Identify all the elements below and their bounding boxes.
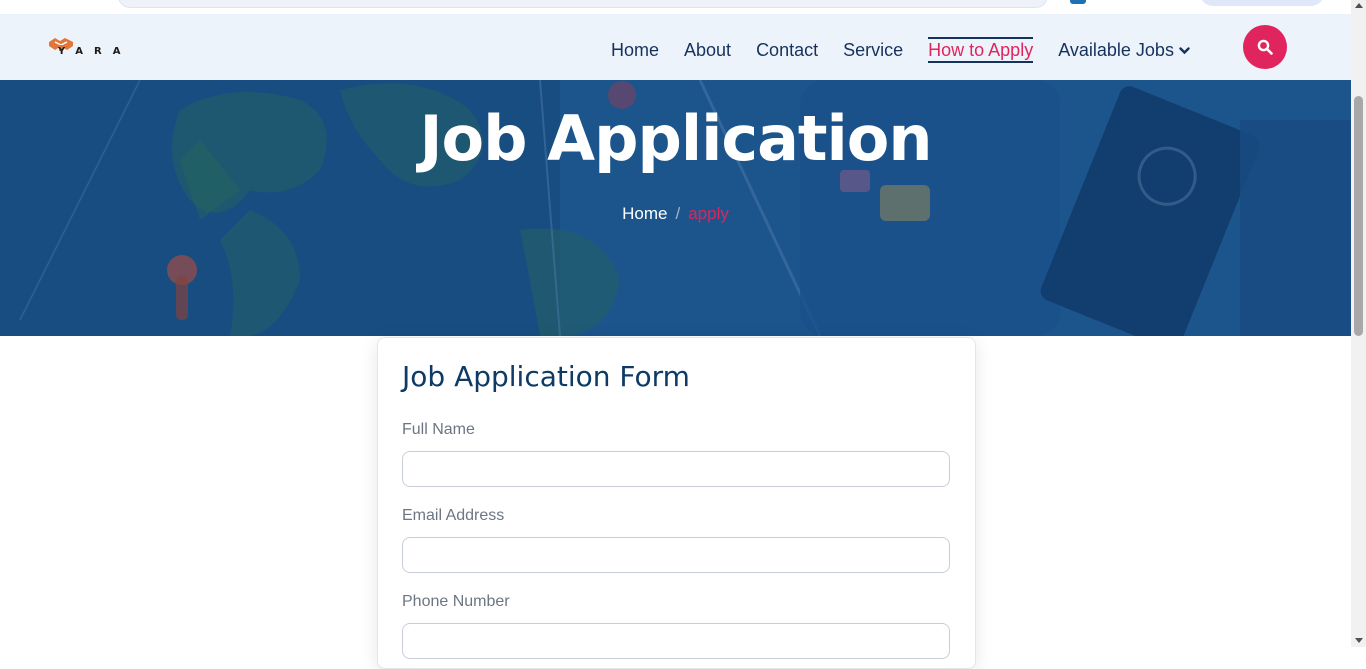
top-search-bar[interactable] [118,0,1048,8]
top-action-button[interactable] [1200,0,1324,6]
nav-service[interactable]: Service [843,38,903,62]
email-label: Email Address [402,507,505,524]
nav-contact[interactable]: Contact [756,38,818,62]
navbar: YARA Home About Contact Service How to A… [0,14,1351,80]
form-title: Job Application Form [402,360,690,393]
search-icon [1257,39,1273,55]
full-name-label: Full Name [402,421,475,438]
logo[interactable]: YARA [46,36,136,62]
nav-home[interactable]: Home [611,38,659,62]
scroll-up-arrow-icon[interactable] [1355,3,1363,8]
page-scrollbar[interactable] [1351,0,1366,647]
page-title: Job Application [419,102,932,175]
breadcrumb-separator: / [675,204,681,223]
phone-input[interactable] [402,623,950,659]
breadcrumb-home[interactable]: Home [622,204,667,223]
nav-available-jobs[interactable]: Available Jobs [1058,38,1190,62]
nav-available-jobs-label: Available Jobs [1058,40,1174,60]
top-bar [0,0,1351,15]
phone-label: Phone Number [402,593,510,610]
page-hero: Job Application Home / apply [0,80,1351,336]
nav-about[interactable]: About [684,38,731,62]
nav-how-to-apply[interactable]: How to Apply [928,37,1034,63]
application-form-card: Job Application Form Full Name Email Add… [377,337,976,669]
scrollbar-thumb[interactable] [1354,96,1363,336]
full-name-input[interactable] [402,451,950,487]
scroll-down-arrow-icon[interactable] [1355,638,1363,643]
email-input[interactable] [402,537,950,573]
logo-text: YARA [58,46,132,57]
breadcrumb-current: apply [688,204,729,223]
main-nav: Home About Contact Service How to Apply … [611,36,1215,64]
breadcrumb: Home / apply [0,204,1351,224]
social-icon[interactable] [1070,0,1086,4]
search-button[interactable] [1243,25,1287,69]
chevron-down-icon [1179,47,1190,55]
